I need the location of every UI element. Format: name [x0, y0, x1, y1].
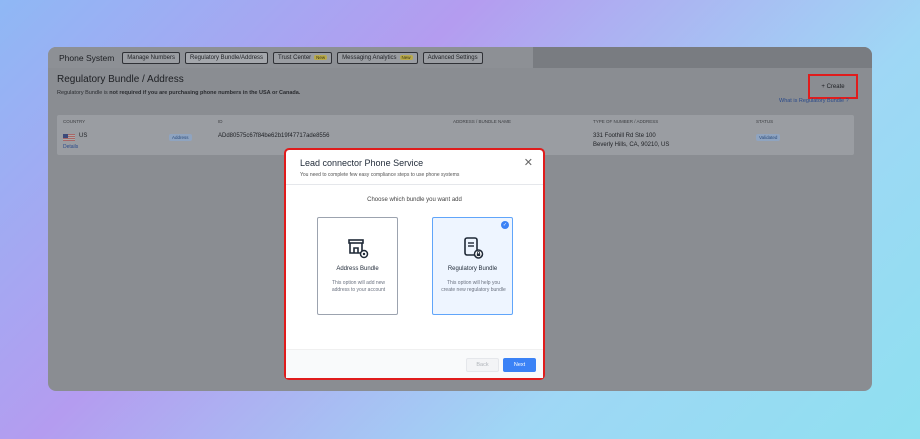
store-icon: [348, 239, 369, 259]
address-line-1: 331 Foothill Rd Ste 100: [593, 133, 656, 139]
create-button[interactable]: + Create: [808, 74, 858, 99]
tab-label: Trust Center: [278, 54, 312, 61]
type-chip: Address: [169, 134, 192, 141]
country-code: US: [79, 133, 88, 139]
tab-regulatory-bundle[interactable]: Regulatory Bundle/Address: [184, 51, 269, 64]
new-badge: New: [314, 55, 328, 60]
column-header-country: COUNTRY: [63, 119, 86, 124]
modal-divider: [286, 184, 543, 185]
status-badge: Validated: [756, 134, 781, 141]
tab-advanced-settings[interactable]: Advanced Settings: [422, 51, 483, 64]
bundle-table: COUNTRY ID ADDRESS / BUNDLE NAME TYPE OF…: [57, 115, 854, 155]
page-subtitle: Regulatory Bundle is not required if you…: [57, 90, 300, 96]
next-button[interactable]: Next: [503, 358, 536, 372]
back-button[interactable]: Back: [466, 358, 499, 372]
details-link[interactable]: Details: [63, 144, 78, 150]
help-link[interactable]: What is Regulatory Bundle ?: [779, 98, 849, 104]
regulatory-bundle-card[interactable]: ✓ Regulatory Bundle This option will hel…: [432, 217, 513, 315]
card-description: This option will help you create new reg…: [441, 280, 506, 293]
tab-label: Manage Numbers: [127, 54, 175, 61]
document-lock-icon: [464, 237, 484, 259]
tab-messaging-analytics[interactable]: Messaging Analytics New: [337, 51, 418, 64]
card-title: Address Bundle: [336, 266, 379, 272]
tab-label: Advanced Settings: [427, 54, 478, 61]
column-header-id: ID: [218, 119, 223, 124]
app-title: Phone System: [59, 52, 115, 63]
tab-label: Regulatory Bundle/Address: [189, 54, 264, 61]
subtitle-bold: not required if you are purchasing phone…: [109, 90, 301, 96]
column-header-status: STATUS: [756, 119, 774, 124]
card-description: This option will add new address to your…: [331, 280, 386, 293]
modal-subtitle: You need to complete few easy compliance…: [300, 172, 460, 178]
us-flag-icon: [63, 134, 75, 141]
modal-footer: Back Next: [286, 349, 543, 378]
card-title: Regulatory Bundle: [447, 266, 498, 272]
bundle-id: ADd80575c67f84be62b19f47717ade8556: [218, 133, 330, 139]
phone-service-modal: Lead connector Phone Service You need to…: [284, 148, 545, 380]
top-navigation: Phone System Manage Numbers Regulatory B…: [48, 47, 872, 68]
tab-trust-center[interactable]: Trust Center New: [273, 51, 333, 64]
address-bundle-card[interactable]: Address Bundle This option will add new …: [317, 217, 398, 315]
column-header-type: TYPE OF NUMBER / ADDRESS: [593, 119, 659, 124]
modal-title: Lead connector Phone Service: [300, 158, 424, 168]
tab-manage-numbers[interactable]: Manage Numbers: [122, 51, 180, 64]
column-header-name: ADDRESS / BUNDLE NAME: [453, 119, 512, 124]
tab-label: Messaging Analytics: [342, 54, 397, 61]
address-line-2: Beverly Hills, CA, 90210, US: [593, 142, 670, 148]
subtitle-prefix: Regulatory Bundle is: [57, 90, 110, 96]
new-badge: New: [399, 55, 413, 60]
choose-prompt: Choose which bundle you want add: [367, 197, 462, 203]
check-icon: ✓: [501, 221, 509, 229]
page-title: Regulatory Bundle / Address: [57, 74, 184, 85]
close-icon[interactable]: ✕: [524, 158, 533, 169]
